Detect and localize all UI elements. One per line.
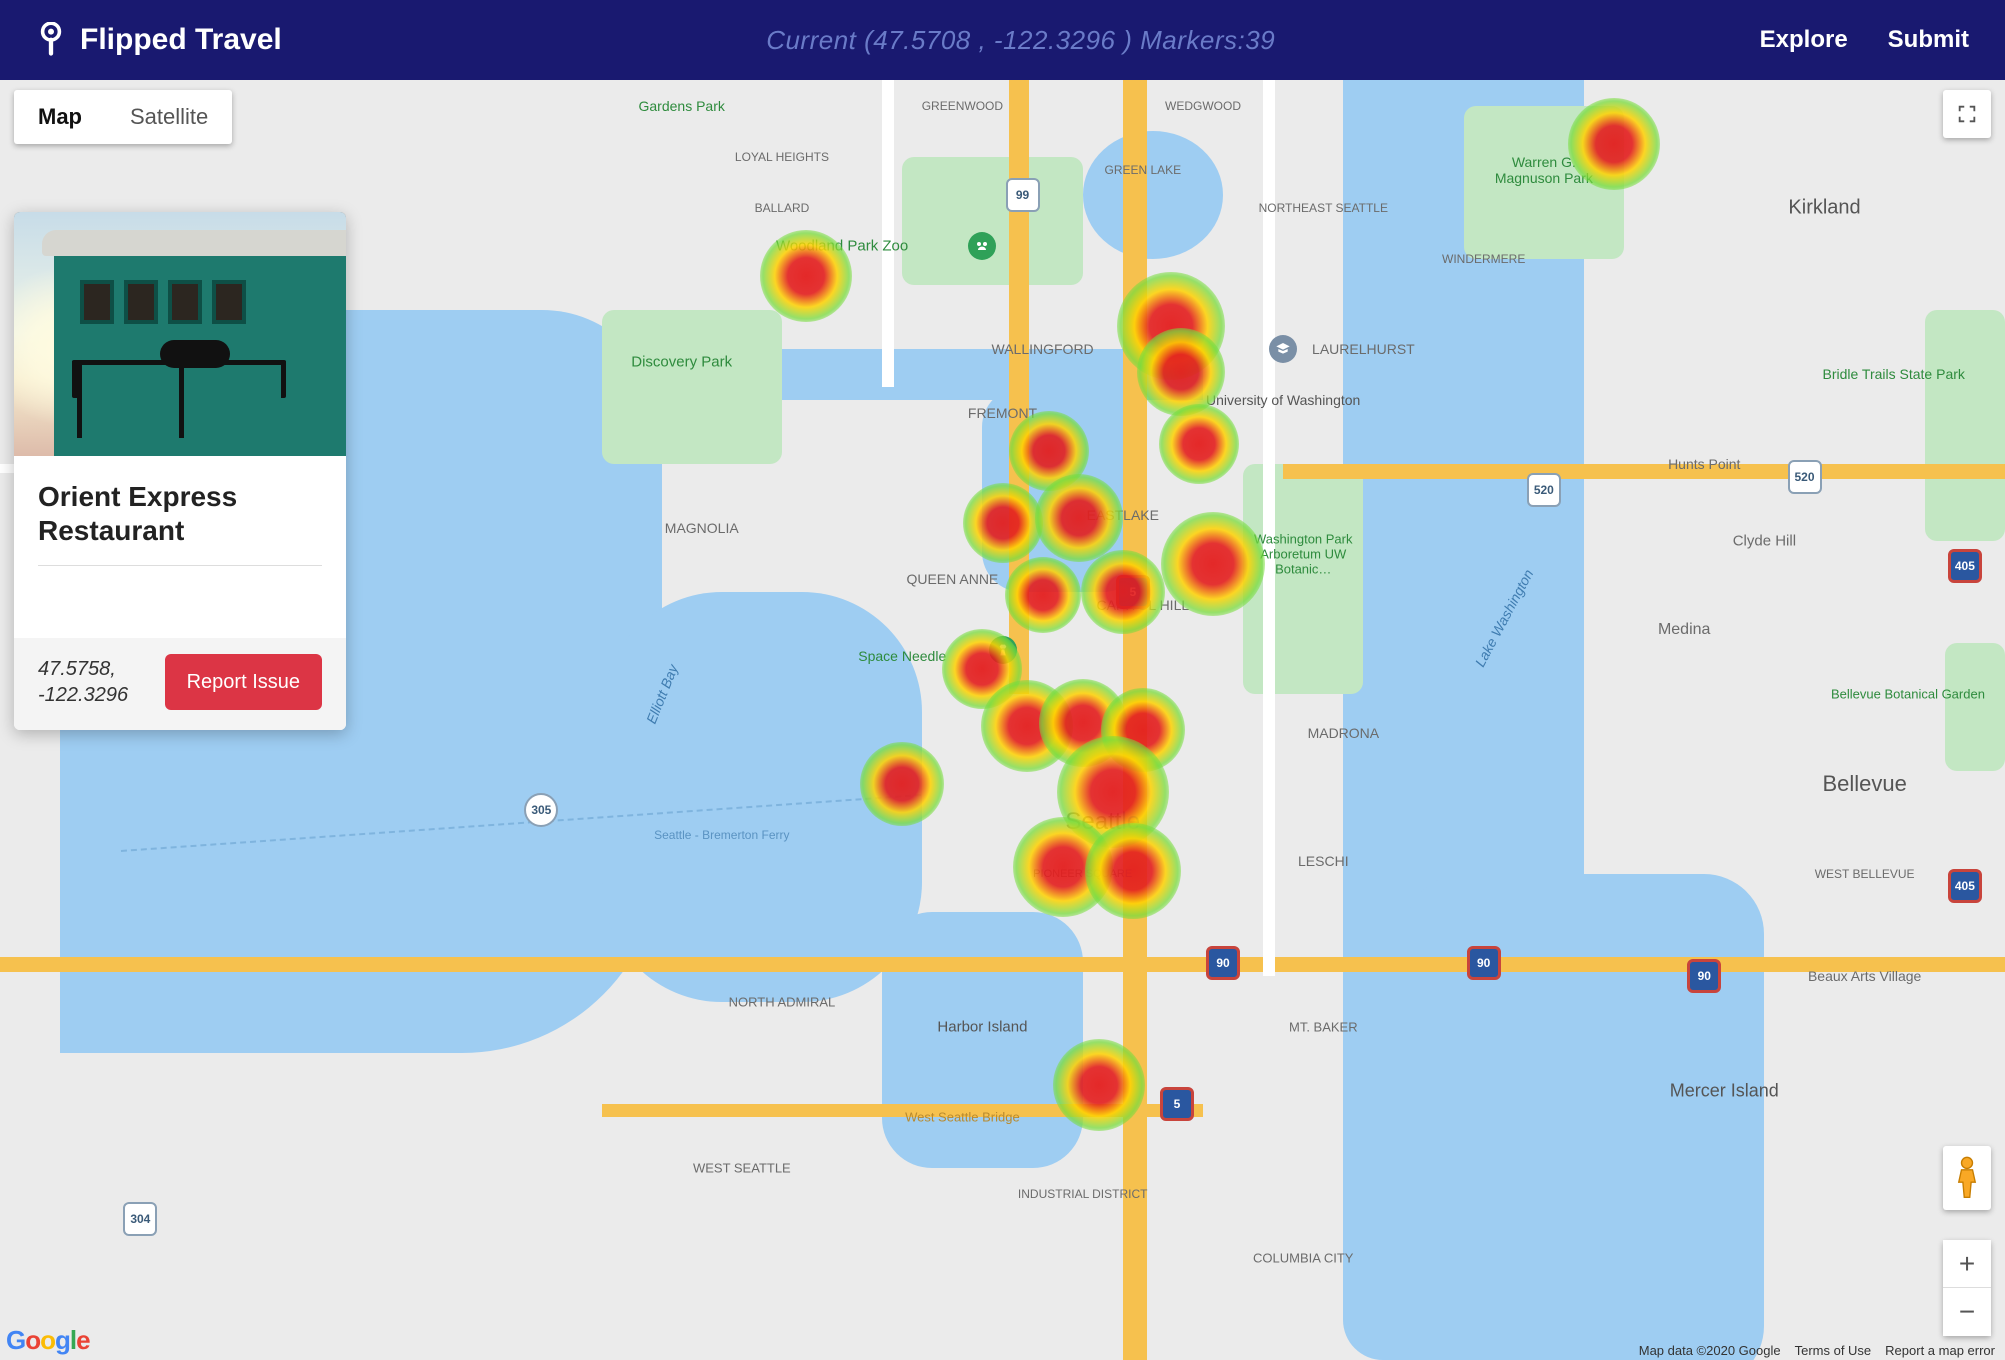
pegman-button[interactable]	[1943, 1146, 1991, 1210]
app-header: Flipped Travel Current (47.5708 , -122.3…	[0, 0, 2005, 80]
nav-explore[interactable]: Explore	[1760, 26, 1848, 54]
shield-i90b: 90	[1467, 946, 1501, 980]
pin-icon	[36, 22, 66, 58]
map-type-satellite[interactable]: Satellite	[106, 90, 232, 144]
shield-i90a: 90	[1206, 946, 1240, 980]
brand-name: Flipped Travel	[80, 23, 282, 57]
place-coords: 47.5758, -122.3296	[38, 656, 165, 708]
nav: Explore Submit	[1760, 26, 1969, 54]
zoom-control: + −	[1943, 1240, 1991, 1336]
attrib-data: Map data ©2020 Google	[1639, 1343, 1781, 1358]
place-photo	[14, 212, 346, 456]
shield-sr520a: 520	[1527, 473, 1561, 507]
fullscreen-button[interactable]	[1943, 90, 1991, 138]
shield-sr520b: 520	[1788, 460, 1822, 494]
shield-sr99: 99	[1006, 178, 1040, 212]
uw-pin-icon	[1269, 335, 1297, 363]
nav-submit[interactable]: Submit	[1888, 26, 1969, 54]
place-title: Orient Express Restaurant	[38, 480, 322, 547]
spaceneedle-pin-icon	[989, 636, 1017, 664]
shield-i405a: 405	[1948, 549, 1982, 583]
pegman-icon	[1953, 1156, 1981, 1200]
attrib-terms[interactable]: Terms of Use	[1795, 1343, 1872, 1358]
shield-i90c: 90	[1687, 959, 1721, 993]
google-logo: Google	[6, 1325, 90, 1356]
zoom-in-button[interactable]: +	[1943, 1240, 1991, 1288]
map[interactable]: Seattle Kirkland Bellevue Mercer Island …	[0, 80, 2005, 1360]
map-attribution: Map data ©2020 Google Terms of Use Repor…	[1639, 1343, 1995, 1358]
shield-i5a: 5	[1116, 575, 1150, 609]
status-text: Current (47.5708 , -122.3296 ) Markers:3…	[282, 25, 1760, 56]
map-type-control: Map Satellite	[14, 90, 232, 144]
zoom-out-button[interactable]: −	[1943, 1288, 1991, 1336]
shield-sr305: 305	[524, 793, 558, 827]
zoo-pin-icon	[968, 232, 996, 260]
brand[interactable]: Flipped Travel	[36, 22, 282, 58]
attrib-report[interactable]: Report a map error	[1885, 1343, 1995, 1358]
divider	[38, 565, 322, 566]
map-type-map[interactable]: Map	[14, 90, 106, 144]
place-card: Orient Express Restaurant 47.5758, -122.…	[14, 212, 346, 730]
shield-i405b: 405	[1948, 869, 1982, 903]
fullscreen-icon	[1956, 103, 1978, 125]
shield-i5b: 5	[1160, 1087, 1194, 1121]
report-issue-button[interactable]: Report Issue	[165, 654, 322, 710]
shield-sr304: 304	[123, 1202, 157, 1236]
